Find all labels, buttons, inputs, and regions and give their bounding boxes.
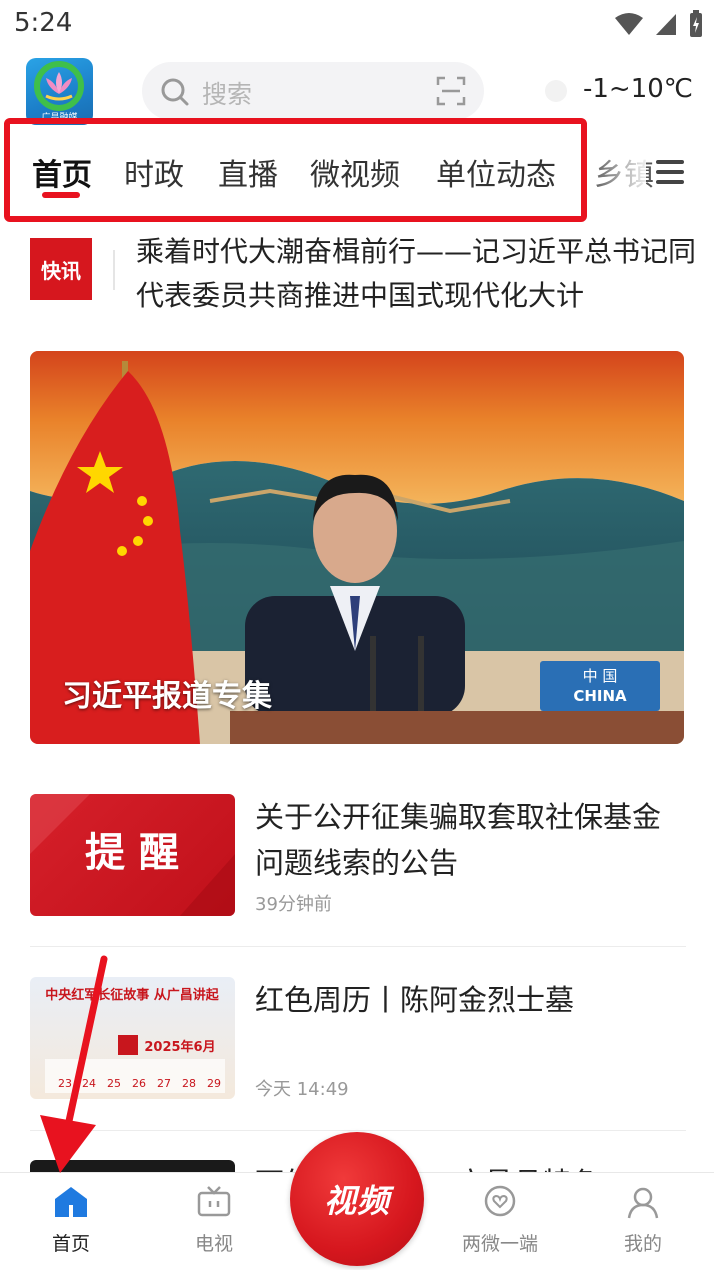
feature-banner[interactable]: 中 国 CHINA 习近平报道专集 bbox=[30, 351, 684, 744]
reminder-thumb-text: 提 醒 bbox=[85, 830, 179, 876]
news-time: 39分钟前 bbox=[255, 894, 332, 915]
nav-home-label: 首页 bbox=[51, 1233, 90, 1255]
banner-caption: 习近平报道专集 bbox=[62, 679, 272, 714]
search-icon bbox=[161, 78, 189, 106]
video-button[interactable]: 视频 bbox=[290, 1132, 424, 1266]
news-thumbnail bbox=[30, 1160, 235, 1172]
reminder-thumb-image: 提 醒 bbox=[30, 794, 235, 916]
calendar-day: 26 bbox=[132, 1077, 146, 1090]
news-item[interactable]: 提 醒 关于公开征集骗取套取社保基金问题线索的公告 39分钟前 bbox=[30, 794, 686, 918]
flash-badge-label: 快讯 bbox=[41, 258, 81, 283]
flash-divider bbox=[113, 250, 115, 290]
status-icons bbox=[614, 10, 704, 38]
status-bar: 5:24 bbox=[0, 0, 714, 48]
news-title[interactable]: 关于公开征集骗取套取社保基金问题线索的公告 bbox=[255, 794, 685, 886]
weather-text[interactable]: -1~10℃ bbox=[583, 74, 693, 104]
calendar-thumb-image: 中央红军长征故事 从广昌讲起 2025年6月 23 24 25 26 27 28… bbox=[45, 987, 225, 1093]
nav-tv[interactable]: 电视 bbox=[164, 1185, 264, 1256]
lotus-logo-icon bbox=[34, 61, 84, 111]
flash-badge: 快讯 bbox=[30, 238, 92, 300]
news-item[interactable]: 中央红军长征故事 从广昌讲起 2025年6月 23 24 25 26 27 28… bbox=[30, 977, 686, 1101]
flash-news[interactable]: 快讯 乘着时代大潮奋楫前行——记习近平总书记同代表委员共商推进中国式现代化大计 bbox=[30, 226, 696, 316]
calendar-day: 24 bbox=[82, 1077, 96, 1090]
menu-icon[interactable] bbox=[656, 160, 684, 184]
user-icon bbox=[627, 1187, 659, 1219]
search-placeholder: 搜索 bbox=[202, 80, 253, 109]
nav-media[interactable]: 两微一端 bbox=[450, 1185, 550, 1256]
tv-icon bbox=[197, 1186, 231, 1217]
calendar-day: 23 bbox=[58, 1077, 72, 1090]
news-thumbnail: 提 醒 bbox=[30, 794, 235, 916]
calendar-day: 29 bbox=[207, 1077, 221, 1090]
calendar-day: 27 bbox=[157, 1077, 171, 1090]
video-button-label: 视频 bbox=[323, 1182, 390, 1220]
tab-highlight-annotation bbox=[4, 118, 587, 222]
calendar-day: 28 bbox=[182, 1077, 196, 1090]
battery-icon bbox=[690, 10, 702, 37]
news-thumbnail: 中央红军长征故事 从广昌讲起 2025年6月 23 24 25 26 27 28… bbox=[30, 977, 235, 1099]
status-time: 5:24 bbox=[14, 8, 73, 38]
nav-mine-label: 我的 bbox=[623, 1233, 662, 1255]
news-divider bbox=[30, 1130, 686, 1131]
heart-chat-icon bbox=[484, 1185, 516, 1217]
app-logo[interactable]: 广昌融媒 bbox=[26, 58, 93, 125]
flash-headline[interactable]: 乘着时代大潮奋楫前行——记习近平总书记同代表委员共商推进中国式现代化大计 bbox=[136, 230, 696, 318]
scan-icon[interactable] bbox=[436, 76, 466, 106]
weather-icon bbox=[545, 80, 567, 102]
news-time: 今天 14:49 bbox=[255, 1079, 349, 1100]
news-divider bbox=[30, 946, 686, 947]
calendar-thumb-date: 2025年6月 bbox=[144, 1039, 215, 1055]
calendar-day: 25 bbox=[107, 1077, 121, 1090]
search-box[interactable]: 搜索 bbox=[142, 62, 484, 120]
nav-mine[interactable]: 我的 bbox=[593, 1185, 693, 1256]
home-icon bbox=[55, 1187, 87, 1217]
news-title[interactable]: 红色周历丨陈阿金烈士墓 bbox=[255, 977, 685, 1023]
tab-fade bbox=[590, 140, 646, 204]
nav-media-label: 两微一端 bbox=[461, 1233, 538, 1255]
wifi-icon bbox=[615, 13, 643, 35]
nav-home[interactable]: 首页 bbox=[21, 1185, 121, 1256]
signal-icon bbox=[656, 14, 676, 35]
nav-tv-label: 电视 bbox=[194, 1233, 233, 1255]
calendar-thumb-title: 中央红军长征故事 从广昌讲起 bbox=[45, 987, 220, 1003]
